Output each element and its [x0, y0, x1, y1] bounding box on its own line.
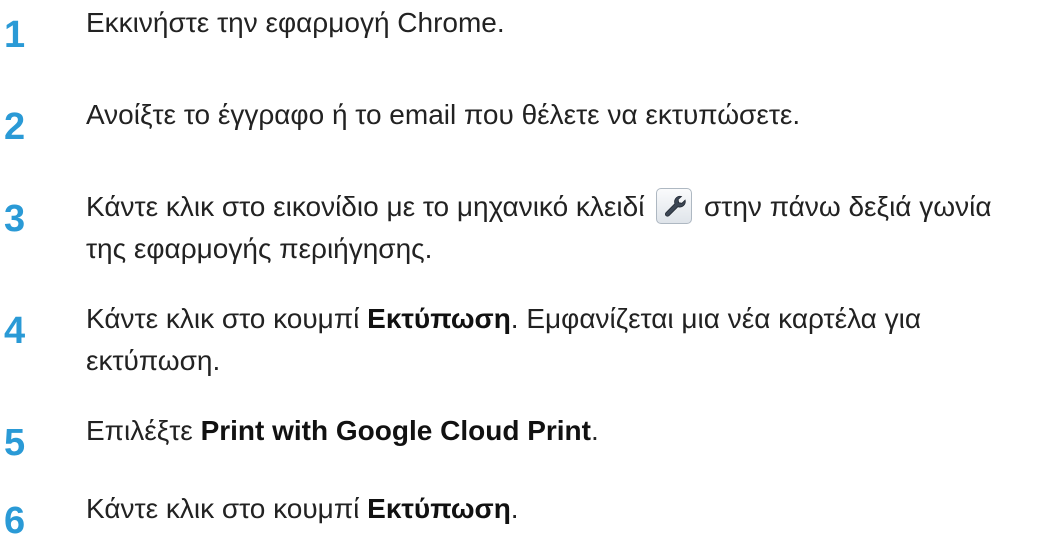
- step-text: Ανοίξτε το έγγραφο ή το email που θέλετε…: [86, 94, 1026, 136]
- step-text: Εκκινήστε την εφαρμογή Chrome.: [86, 2, 1026, 44]
- step-text-content: Ανοίξτε το έγγραφο ή το email που θέλετε…: [86, 99, 801, 130]
- step-text-after: .: [590, 415, 599, 446]
- step-text-before: Κάντε κλικ στο κουμπί: [86, 303, 368, 334]
- step-number: 6: [4, 500, 26, 542]
- step-number: 4: [4, 310, 26, 352]
- step-number: 1: [4, 14, 26, 56]
- bold-term: Print with Google Cloud Print: [200, 415, 591, 446]
- step-text-before: Επιλέξτε: [86, 415, 201, 446]
- step-text: Κάντε κλικ στο κουμπί Εκτύπωση. Εμφανίζε…: [86, 298, 1026, 382]
- wrench-icon: [656, 188, 693, 224]
- step-text-before: Κάντε κλικ στο κουμπί: [86, 493, 368, 524]
- step-number: 3: [4, 198, 26, 240]
- step-text-before: Κάντε κλικ στο εικονίδιο με το μηχανικό …: [86, 191, 645, 222]
- step-text: Επιλέξτε Print with Google Cloud Print.: [86, 410, 1026, 452]
- step-text: Κάντε κλικ στο κουμπί Εκτύπωση.: [86, 488, 1026, 530]
- step-number: 5: [4, 422, 26, 464]
- step-text-after: .: [510, 493, 519, 524]
- bold-term: Εκτύπωση: [367, 493, 511, 524]
- step-text: Κάντε κλικ στο εικονίδιο με το μηχανικό …: [86, 186, 1026, 270]
- step-text-content: Εκκινήστε την εφαρμογή Chrome.: [86, 7, 505, 38]
- bold-term: Εκτύπωση: [367, 303, 511, 334]
- step-number: 2: [4, 106, 26, 148]
